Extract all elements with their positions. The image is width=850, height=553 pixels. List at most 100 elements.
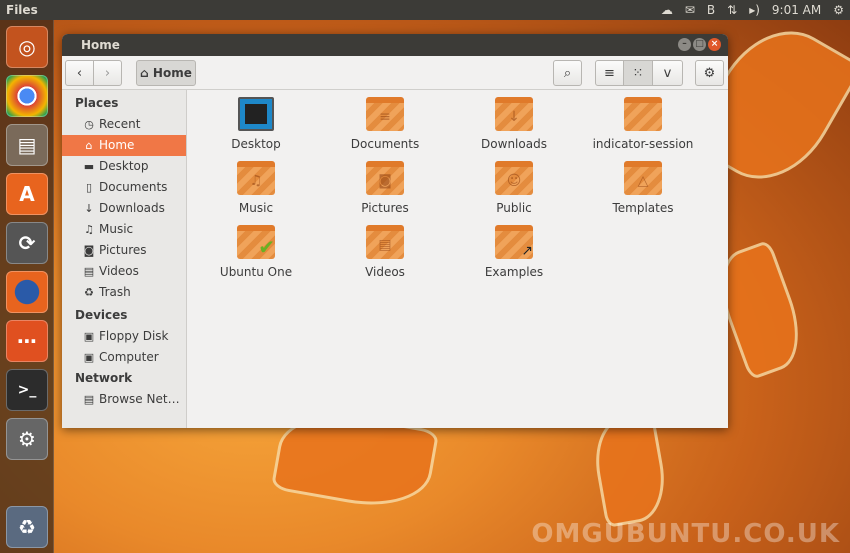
bluetooth-icon[interactable]: B [707,3,715,17]
file-item[interactable]: ↗ Examples [450,225,578,279]
sidebar-item-label: Home [99,138,135,152]
search-button[interactable]: ⌕ [553,60,582,86]
toolbar: ‹ › ⌂ Home ⌕ ≡ ⁙ v ⚙ [62,56,728,90]
file-item[interactable]: ▤ Videos [321,225,449,279]
file-manager-window: Home – □ × ‹ › ⌂ Home ⌕ ≡ ⁙ v ⚙ Places ◷… [62,34,728,428]
network-header: Network [75,371,133,385]
videos-icon: ▤ [83,265,95,278]
documents-icon: ▯ [85,181,93,194]
update-manager-icon[interactable]: ⟳ [6,222,48,264]
forward-button[interactable]: › [93,60,122,86]
home-icon: ⌂ [85,139,93,152]
trash-icon[interactable]: ♻ [6,506,48,548]
sidebar-item-browse-net[interactable]: ▤ Browse Net… [62,389,186,410]
folder-icon: ♫ [237,161,275,195]
file-item[interactable]: △ Templates [579,161,707,215]
file-item[interactable]: ♫ Music [192,161,320,215]
sidebar-item-music[interactable]: ♫ Music [62,219,186,240]
folder-icon: ✔ [237,225,275,259]
file-item[interactable]: indicator-session [579,97,707,151]
system-settings-icon[interactable]: ⚙ [6,418,48,460]
sidebar-item-floppy-disk[interactable]: ▣ Floppy Disk [62,326,186,347]
downloads-icon: ↓ [84,202,94,215]
sidebar-item-label: Computer [99,350,159,364]
network-icon[interactable]: ⇅ [727,3,737,17]
cloud-icon[interactable]: ☁ [661,3,673,17]
sidebar-item-label: Browse Net… [99,392,180,406]
file-item[interactable]: Desktop [192,97,320,151]
sidebar-item-label: Videos [99,264,139,278]
file-item-label: Pictures [361,201,409,215]
back-button[interactable]: ‹ [65,60,94,86]
sidebar-item-recent[interactable]: ◷ Recent [62,114,186,135]
software-center-icon[interactable]: A [6,173,48,215]
places-header: Places [75,96,119,110]
music-icon: ♫ [84,223,94,236]
sidebar-item-label: Music [99,222,134,236]
top-panel: Files ☁ ✉ B ⇅ ▸) 9:01 AM ⚙ [0,0,850,20]
settings-button[interactable]: ⚙ [695,60,724,86]
path-home-button[interactable]: ⌂ Home [136,60,196,86]
view-options-button[interactable]: v [652,60,683,86]
file-item[interactable]: ◙ Pictures [321,161,449,215]
pictures-icon: ◙ [83,244,95,257]
sidebar-item-desktop[interactable]: ▬ Desktop [62,156,186,177]
sidebar-item-trash[interactable]: ♻ Trash [62,282,186,303]
sidebar-item-documents[interactable]: ▯ Documents [62,177,186,198]
home-icon: ⌂ [140,66,149,80]
devices-header: Devices [75,308,128,322]
folder-icon: ▤ [366,225,404,259]
sidebar-item-home[interactable]: ⌂ Home [62,135,186,156]
close-button[interactable]: × [708,38,721,51]
desktop-folder-icon [238,97,274,131]
path-home-label: Home [152,66,192,80]
sidebar-item-videos[interactable]: ▤ Videos [62,261,186,282]
sidebar-item-downloads[interactable]: ↓ Downloads [62,198,186,219]
folder-icon: ↓ [495,97,533,131]
desktop-icon: ▬ [83,160,95,173]
terminal-icon[interactable]: >_ [6,369,48,411]
list-view-button[interactable]: ≡ [595,60,624,86]
file-item[interactable]: ≡ Documents [321,97,449,151]
trash-icon: ♻ [84,286,94,299]
launcher: ◎ ▤ A ⟳ ⋯ >_ ⚙ ♻ [0,20,54,553]
folder-icon: ☺ [495,161,533,195]
ubuntu-dash-icon[interactable]: ◎ [6,26,48,68]
sidebar-item-label: Desktop [99,159,149,173]
floppy-disk-icon: ▣ [83,330,95,343]
chat-icon[interactable]: ⋯ [6,320,48,362]
maximize-button[interactable]: □ [693,38,706,51]
file-item-label: Desktop [231,137,281,151]
browse-net-icon: ▤ [83,393,95,406]
volume-icon[interactable]: ▸) [749,3,760,17]
file-item-label: Public [496,201,532,215]
file-item-label: Documents [350,137,420,151]
sidebar-item-label: Floppy Disk [99,329,169,343]
file-item[interactable]: ☺ Public [450,161,578,215]
folder-icon: ↗ [495,225,533,259]
sidebar-item-label: Downloads [99,201,165,215]
watermark: OMGUBUNTU.CO.UK [531,519,840,549]
file-item[interactable]: ✔ Ubuntu One [192,225,320,279]
gear-icon[interactable]: ⚙ [833,3,844,17]
sidebar-item-label: Recent [99,117,141,131]
sidebar-item-label: Pictures [99,243,147,257]
title-bar[interactable]: Home – □ × [62,34,728,56]
sidebar: Places ◷ Recent ⌂ Home ▬ Desktop ▯ Documents ↓ Do… [62,90,187,428]
file-item-label: Examples [484,265,544,279]
firefox-icon[interactable] [6,271,48,313]
recent-icon: ◷ [84,118,94,131]
sidebar-item-computer[interactable]: ▣ Computer [62,347,186,368]
grid-view-button[interactable]: ⁙ [623,60,653,86]
folder-icon: △ [624,161,662,195]
file-item-label: Music [238,201,274,215]
mail-icon[interactable]: ✉ [685,3,695,17]
minimize-button[interactable]: – [678,38,691,51]
chrome-icon[interactable] [6,75,48,117]
clock[interactable]: 9:01 AM [772,3,821,17]
window-title: Home [81,38,120,52]
sidebar-item-pictures[interactable]: ◙ Pictures [62,240,186,261]
file-item[interactable]: ↓ Downloads [450,97,578,151]
files-icon[interactable]: ▤ [6,124,48,166]
file-item-label: Ubuntu One [219,265,293,279]
